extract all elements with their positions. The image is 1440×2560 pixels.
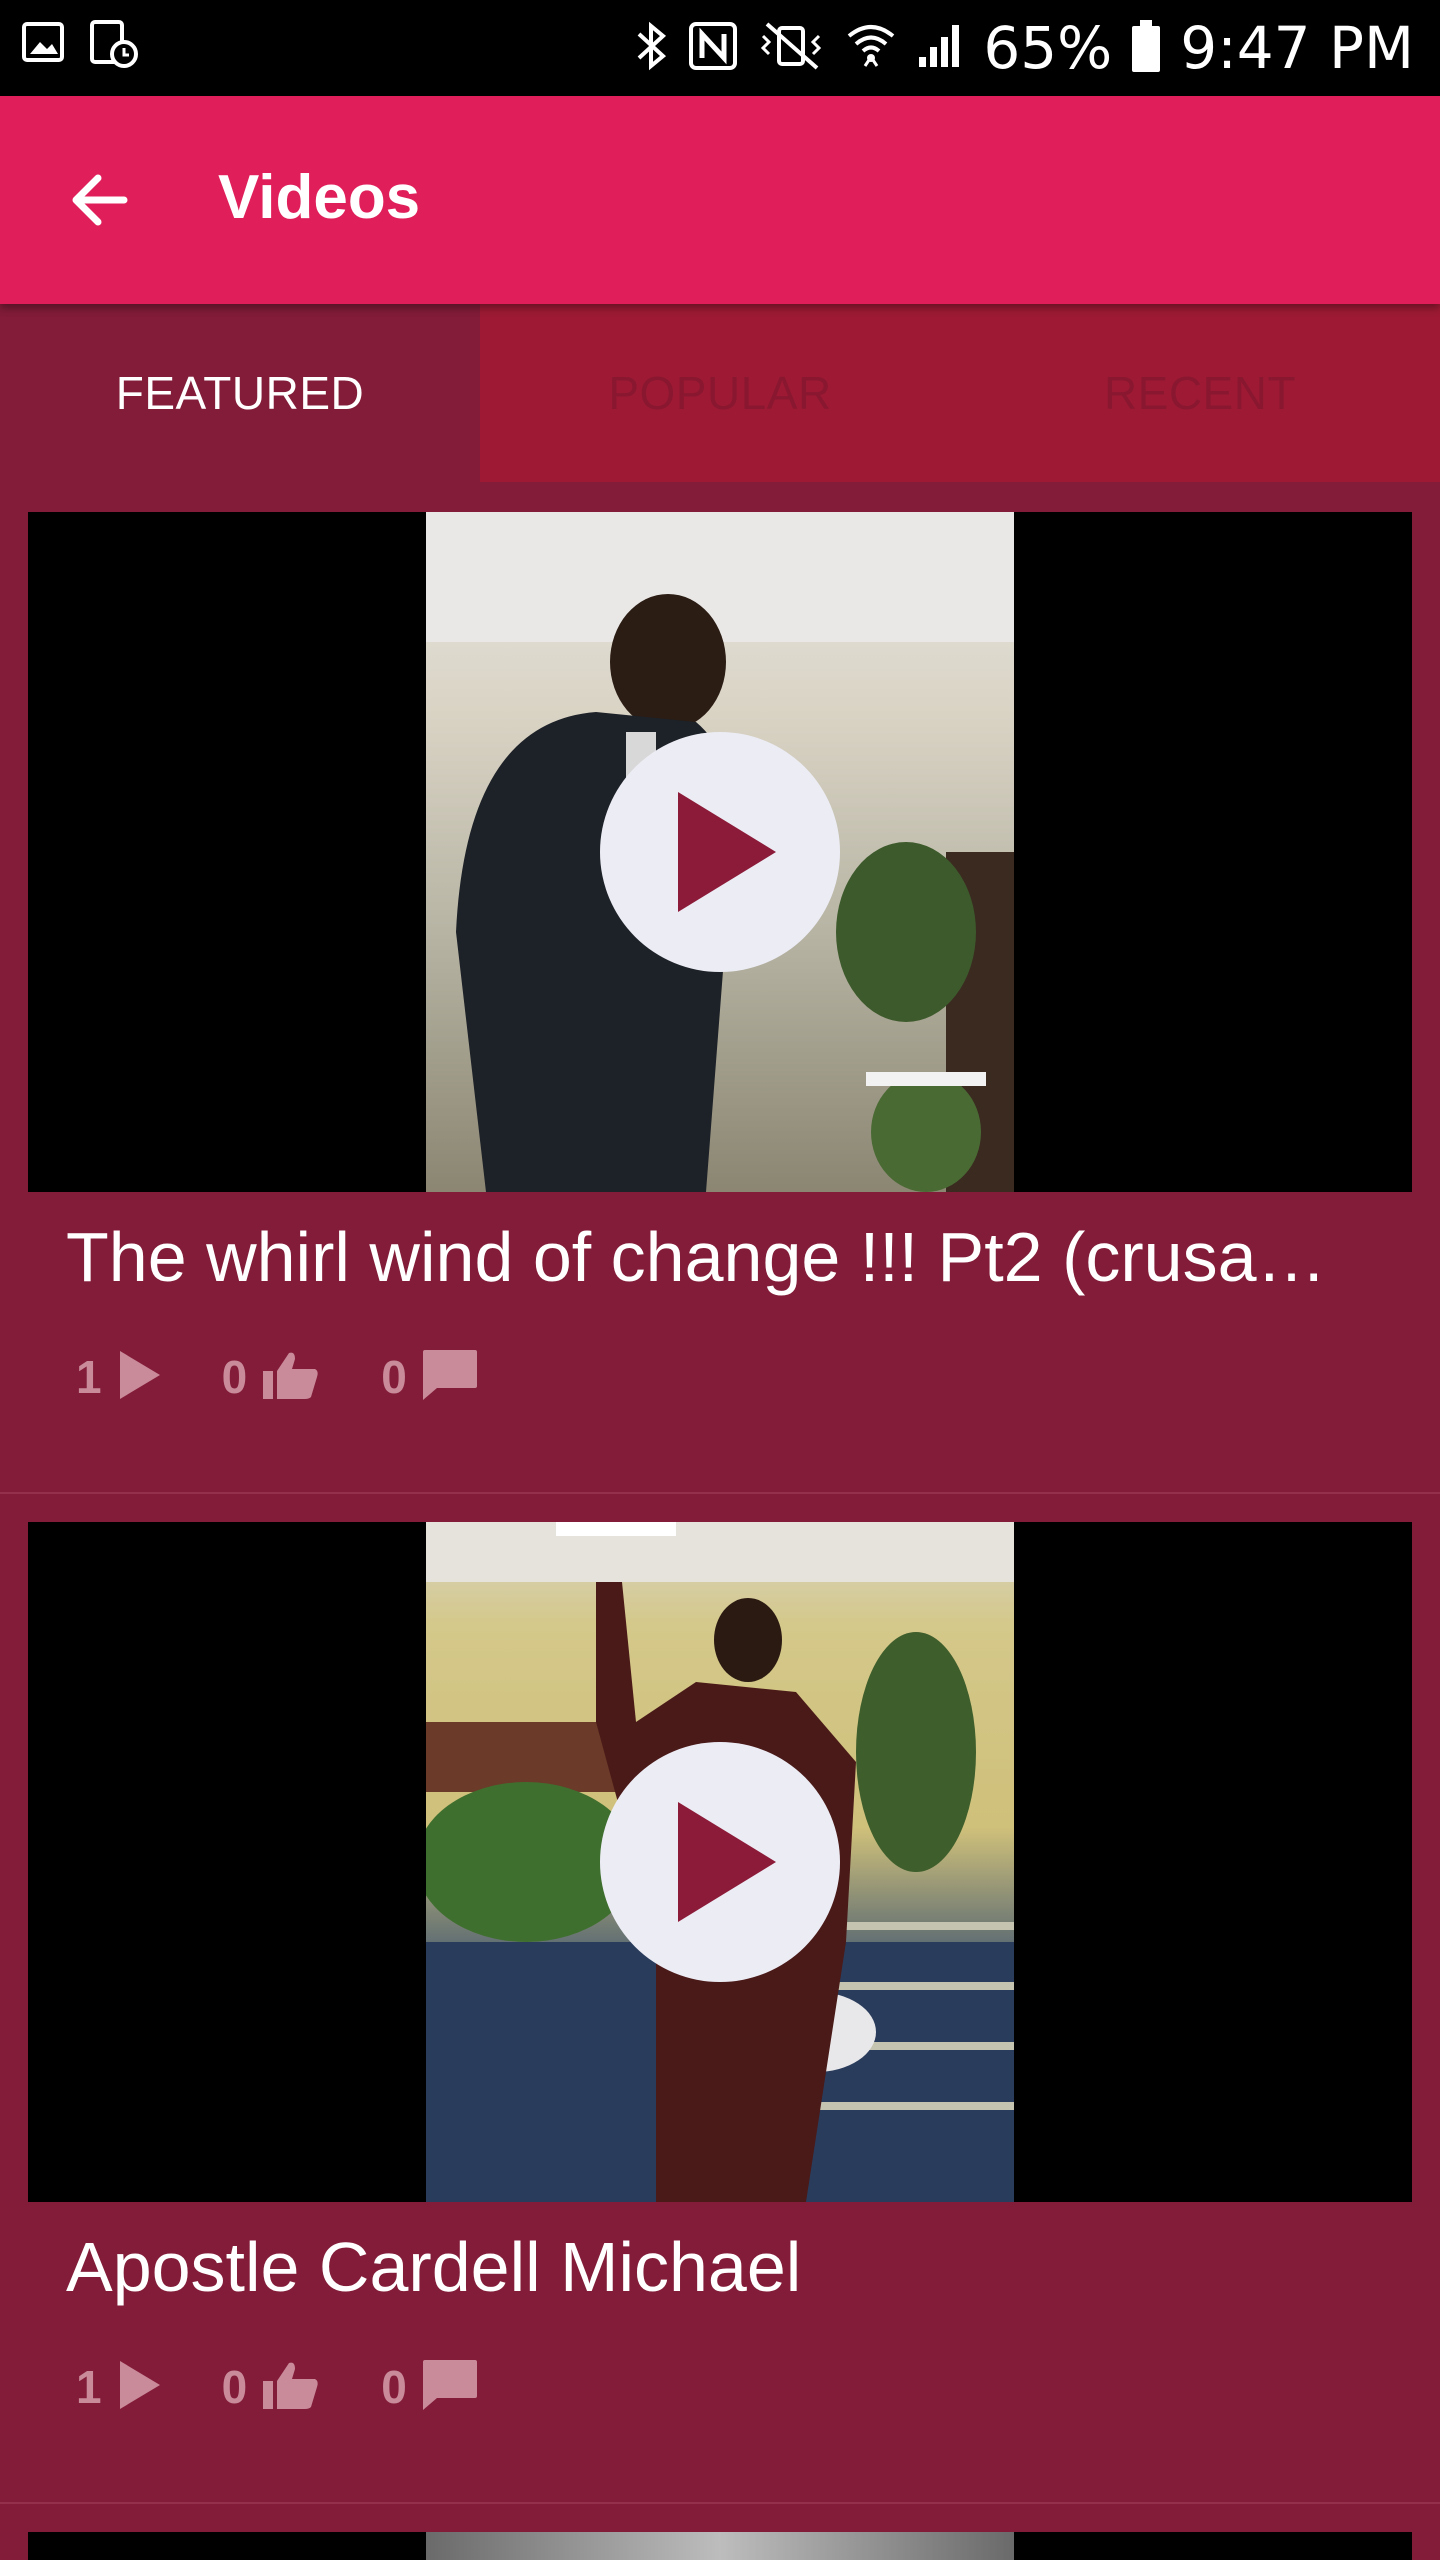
video-stats: 1 0 0	[76, 1342, 539, 1412]
tab-featured[interactable]: FEATURED	[0, 304, 480, 482]
bluetooth-icon	[635, 20, 669, 76]
views-play-icon	[116, 1349, 162, 1406]
comments-count[interactable]: 0	[381, 2358, 479, 2417]
likes-count[interactable]: 0	[222, 2359, 322, 2416]
divider	[0, 2502, 1440, 2504]
play-button[interactable]	[600, 1742, 840, 1982]
page-title: Videos	[218, 163, 421, 232]
thumbs-up-icon	[261, 1349, 321, 1406]
play-icon	[678, 792, 776, 912]
comments-count[interactable]: 0	[381, 1348, 479, 1407]
video-thumbnail[interactable]	[28, 1522, 1412, 2202]
tab-recent[interactable]: RECENT	[960, 304, 1440, 482]
views-count: 1	[76, 1349, 162, 1406]
mute-vibrate-icon	[757, 20, 827, 76]
status-bar: 65% 9:47 PM	[0, 0, 1440, 96]
divider	[0, 1492, 1440, 1494]
nfc-icon	[687, 20, 739, 76]
comment-icon	[421, 2358, 479, 2417]
thumbs-up-icon	[261, 2359, 321, 2416]
wifi-icon	[845, 20, 897, 76]
video-thumbnail[interactable]	[28, 512, 1412, 1192]
image-icon	[20, 18, 68, 75]
play-icon	[678, 1802, 776, 1922]
video-stats: 1 0 0	[76, 2352, 539, 2422]
views-play-icon	[116, 2359, 162, 2416]
video-thumbnail[interactable]	[28, 2532, 1412, 2560]
video-title[interactable]: The whirl wind of change !!! Pt2 (crusa…	[66, 1217, 1366, 1297]
video-frame	[426, 2532, 1014, 2560]
battery-percent: 65%	[983, 14, 1113, 82]
back-button[interactable]	[60, 158, 144, 242]
battery-icon	[1130, 18, 1162, 78]
comment-icon	[421, 1348, 479, 1407]
views-count: 1	[76, 2359, 162, 2416]
signal-icon	[915, 21, 965, 75]
likes-count[interactable]: 0	[222, 1349, 322, 1406]
play-button[interactable]	[600, 732, 840, 972]
video-title[interactable]: Apostle Cardell Michael	[66, 2227, 1366, 2307]
back-arrow-icon	[60, 174, 144, 246]
clock: 9:47 PM	[1180, 14, 1414, 82]
tab-bar: FEATURED POPULAR RECENT	[0, 304, 1440, 482]
tablet-clock-icon	[88, 18, 140, 75]
app-bar: Videos	[0, 96, 1440, 304]
tab-popular[interactable]: POPULAR	[480, 304, 960, 482]
